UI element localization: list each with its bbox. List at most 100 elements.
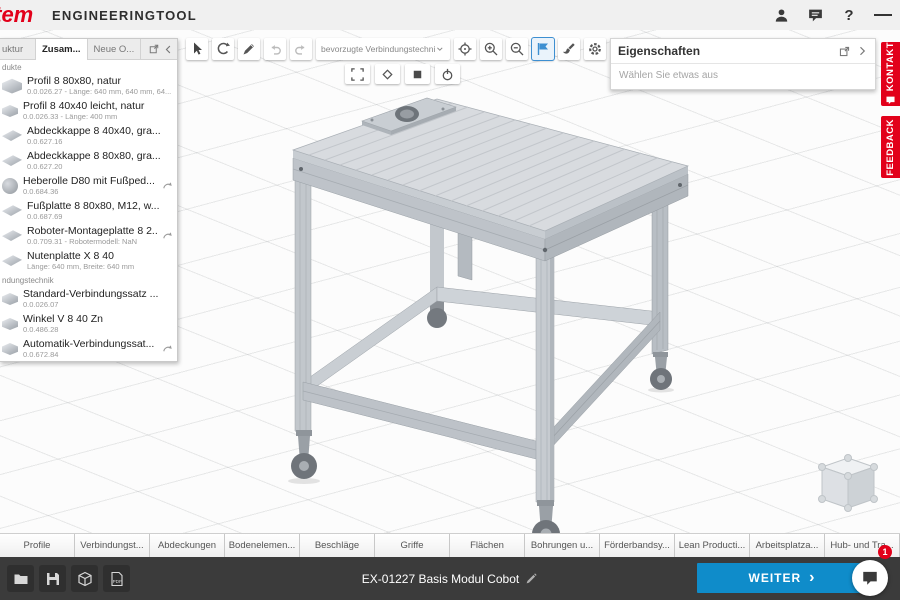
front-view-button[interactable]	[405, 64, 430, 84]
weiter-button[interactable]: WEITER ›	[697, 563, 867, 593]
tab-beschlaege[interactable]: Beschläge	[300, 534, 375, 557]
list-item-roboter-montageplatte[interactable]: Roboter-Montageplatte 8 2...0.0.709.31 -…	[0, 223, 177, 248]
user-icon[interactable]	[772, 6, 790, 24]
orientation-cube[interactable]	[819, 455, 878, 512]
pdf-document-icon: PDF	[109, 571, 125, 587]
collapse-panel-icon[interactable]	[163, 44, 174, 55]
tab-neu[interactable]: Neue O...	[88, 39, 142, 60]
open-project-button[interactable]	[7, 565, 34, 592]
tab-bohrungen[interactable]: Bohrungen u...	[525, 534, 600, 557]
part-thumbnail-icon	[2, 154, 22, 167]
tab-griffe[interactable]: Griffe	[375, 534, 450, 557]
list-item-fussplatte[interactable]: Fußplatte 8 80x80, M12, w...0.0.687.69	[0, 198, 177, 223]
properties-title: Eigenschaften	[618, 44, 700, 58]
help-icon[interactable]: ?	[840, 6, 858, 24]
list-item-standard-verbindungssatz[interactable]: Standard-Verbindungssatz ...0.0.026.07	[0, 286, 177, 311]
zoom-out-button[interactable]	[506, 38, 528, 60]
chat-bubble-icon	[861, 569, 879, 587]
export-3d-button[interactable]	[71, 565, 98, 592]
tab-profile[interactable]: Profile	[0, 534, 75, 557]
contact-side-tab[interactable]: KONTAKT	[881, 42, 900, 106]
footer-bar: PDF EX-01227 Basis Modul Cobot WEITER ›	[0, 557, 900, 600]
gear-icon	[587, 41, 603, 57]
section-products: dukte	[0, 60, 177, 73]
paint-flag-tool-button[interactable]	[532, 38, 554, 60]
tab-abdeckungen[interactable]: Abdeckungen	[150, 534, 225, 557]
chat-icon	[885, 95, 896, 106]
power-icon	[440, 67, 455, 82]
cursor-icon	[189, 41, 205, 57]
square-icon	[410, 67, 425, 82]
reset-view-button[interactable]	[435, 64, 460, 84]
settings-button[interactable]	[584, 38, 606, 60]
undo-icon	[267, 41, 283, 57]
list-item-abdeckkappe-4040[interactable]: Abdeckkappe 8 40x40, gra...0.0.627.16	[0, 123, 177, 148]
popout-icon[interactable]	[148, 43, 160, 55]
measure-tool-button[interactable]	[238, 38, 260, 60]
section-connection: ndungstechnik	[0, 273, 177, 286]
list-item-profil-8080[interactable]: Profil 8 80x80, natur0.0.026.27 - Länge:…	[0, 73, 177, 98]
list-item-winkel[interactable]: Winkel V 8 40 Zn0.0.486.28	[0, 311, 177, 336]
rotate-tool-button[interactable]	[212, 38, 234, 60]
list-item-abdeckkappe-8080[interactable]: Abdeckkappe 8 80x80, gra...0.0.627.20	[0, 148, 177, 173]
center-target-button[interactable]	[454, 38, 476, 60]
tab-bodenelemente[interactable]: Bodenelemen...	[225, 534, 300, 557]
part-thumbnail-icon	[2, 78, 22, 94]
part-thumbnail-icon	[2, 342, 18, 355]
menu-icon[interactable]	[874, 6, 892, 24]
list-item-heberolle[interactable]: Heberolle D80 mit Fußped...0.0.684.36	[0, 173, 177, 198]
parts-panel: uktur Zusam... Neue O... dukte Profil 8 …	[0, 38, 178, 362]
project-name: EX-01227 Basis Modul Cobot	[362, 572, 519, 586]
expand-icon	[350, 67, 365, 82]
tab-lean-production[interactable]: Lean Producti...	[675, 534, 750, 557]
part-thumbnail-icon	[2, 178, 18, 194]
part-thumbnail-icon	[2, 317, 18, 330]
list-item-nutenplatte[interactable]: Nutenplatte X 8 40Länge: 640 mm, Breite:…	[0, 248, 177, 273]
folder-icon	[13, 571, 29, 587]
feedback-comment-icon[interactable]	[806, 6, 824, 24]
edit-pencil-icon[interactable]	[525, 572, 538, 585]
export-pdf-button[interactable]: PDF	[103, 565, 130, 592]
svg-text:PDF: PDF	[112, 579, 121, 584]
zoom-out-icon	[509, 41, 525, 57]
fit-view-button[interactable]	[345, 64, 370, 84]
parts-panel-tabs: uktur Zusam... Neue O...	[0, 39, 177, 60]
flag-icon	[535, 41, 551, 57]
tab-verbindungstechnik[interactable]: Verbindungst...	[75, 534, 150, 557]
chevron-right-icon: ›	[809, 570, 815, 586]
redo-button[interactable]	[290, 38, 312, 60]
zoom-in-icon	[483, 41, 499, 57]
drag-arrow-icon	[162, 343, 173, 354]
target-icon	[457, 41, 473, 57]
part-thumbnail-icon	[2, 129, 22, 142]
tab-foerderbandsysteme[interactable]: Förderbandsy...	[600, 534, 675, 557]
feedback-side-tab[interactable]: FEEDBACK	[881, 116, 900, 178]
save-button[interactable]	[39, 565, 66, 592]
part-thumbnail-icon	[2, 104, 18, 117]
brush-icon	[561, 41, 577, 57]
tab-flaechen[interactable]: Flächen	[450, 534, 525, 557]
tab-arbeitsplatz[interactable]: Arbeitsplatza...	[750, 534, 825, 557]
part-thumbnail-icon	[2, 254, 22, 267]
tab-struktur[interactable]: uktur	[0, 39, 36, 60]
cube-icon	[77, 571, 93, 587]
undo-button[interactable]	[264, 38, 286, 60]
chevron-right-icon[interactable]	[856, 45, 868, 57]
support-chat-button[interactable]	[852, 560, 888, 596]
properties-empty-hint: Wählen Sie etwas aus	[611, 63, 875, 89]
connection-type-dropdown[interactable]: bevorzugte Verbindungstechnik	[316, 38, 450, 60]
list-item-profil-4040[interactable]: Profil 8 40x40 leicht, natur0.0.026.33 -…	[0, 98, 177, 123]
properties-panel: Eigenschaften Wählen Sie etwas aus	[610, 38, 876, 90]
select-tool-button[interactable]	[186, 38, 208, 60]
popout-icon[interactable]	[838, 45, 851, 58]
main-toolbar: bevorzugte Verbindungstechnik	[186, 38, 606, 60]
chevron-down-icon	[435, 44, 445, 54]
drag-arrow-icon	[162, 180, 173, 191]
brush-tool-button[interactable]	[558, 38, 580, 60]
redo-icon	[293, 41, 309, 57]
list-item-automatik-verbindungssatz[interactable]: Automatik-Verbindungssat...0.0.672.84	[0, 336, 177, 361]
tab-zusammenbau[interactable]: Zusam...	[36, 39, 88, 60]
iso-view-button[interactable]	[375, 64, 400, 84]
save-icon	[45, 571, 61, 587]
zoom-in-button[interactable]	[480, 38, 502, 60]
